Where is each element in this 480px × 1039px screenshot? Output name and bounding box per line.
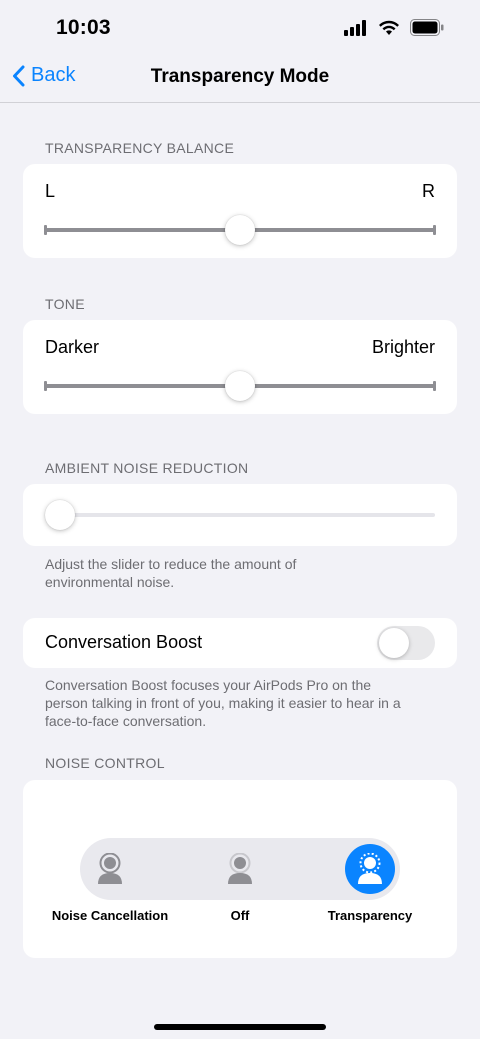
balance-slider-track[interactable] [44, 215, 436, 245]
cellular-signal-icon [344, 19, 366, 36]
ambient-noise-reduction-header: AMBIENT NOISE REDUCTION [45, 460, 249, 476]
conversation-boost-row: Conversation Boost [23, 618, 457, 668]
conversation-boost-footnote: Conversation Boost focuses your AirPods … [45, 677, 401, 729]
home-indicator [154, 1024, 326, 1030]
conversation-boost-label: Conversation Boost [45, 632, 203, 652]
page-title: Transparency Mode [150, 66, 330, 87]
balance-right-label: R [422, 181, 435, 201]
wifi-icon [379, 20, 399, 35]
ambient-slider-thumb[interactable] [45, 500, 75, 530]
navigation-bar: Back Transparency Mode [0, 56, 480, 103]
transparency-icon[interactable] [345, 844, 395, 894]
tone-slider-thumb[interactable] [225, 371, 255, 401]
noise-cancellation-icon[interactable] [85, 844, 135, 894]
status-bar: 10:03 [0, 0, 480, 56]
ambient-noise-reduction-card [23, 484, 457, 546]
ambient-slider-track[interactable] [45, 500, 435, 530]
battery-icon [410, 19, 444, 36]
balance-slider-thumb[interactable] [225, 215, 255, 245]
tone-slider-track[interactable] [44, 371, 436, 401]
off-mode-icon[interactable] [215, 844, 265, 894]
ambient-footnote: Adjust the slider to reduce the amount o… [45, 556, 297, 590]
balance-left-label: L [45, 181, 56, 201]
status-time: 10:03 [56, 16, 111, 39]
tone-card: Darker Brighter [23, 320, 457, 414]
transparency-balance-card: L R [23, 164, 457, 258]
transparency-balance-header: TRANSPARENCY BALANCE [45, 140, 235, 156]
toggle-knob [379, 628, 409, 658]
status-icons [344, 19, 444, 36]
tone-left-label: Darker [45, 337, 100, 357]
noise-control-card: Noise Cancellation Off Transparency [23, 780, 457, 958]
noise-control-selector [80, 838, 400, 900]
tone-right-label: Brighter [371, 337, 435, 357]
tone-header: TONE [45, 296, 85, 312]
noise-control-header: NOISE CONTROL [45, 755, 165, 771]
transparency-label[interactable]: Transparency [290, 908, 450, 923]
conversation-boost-toggle[interactable] [377, 626, 435, 660]
